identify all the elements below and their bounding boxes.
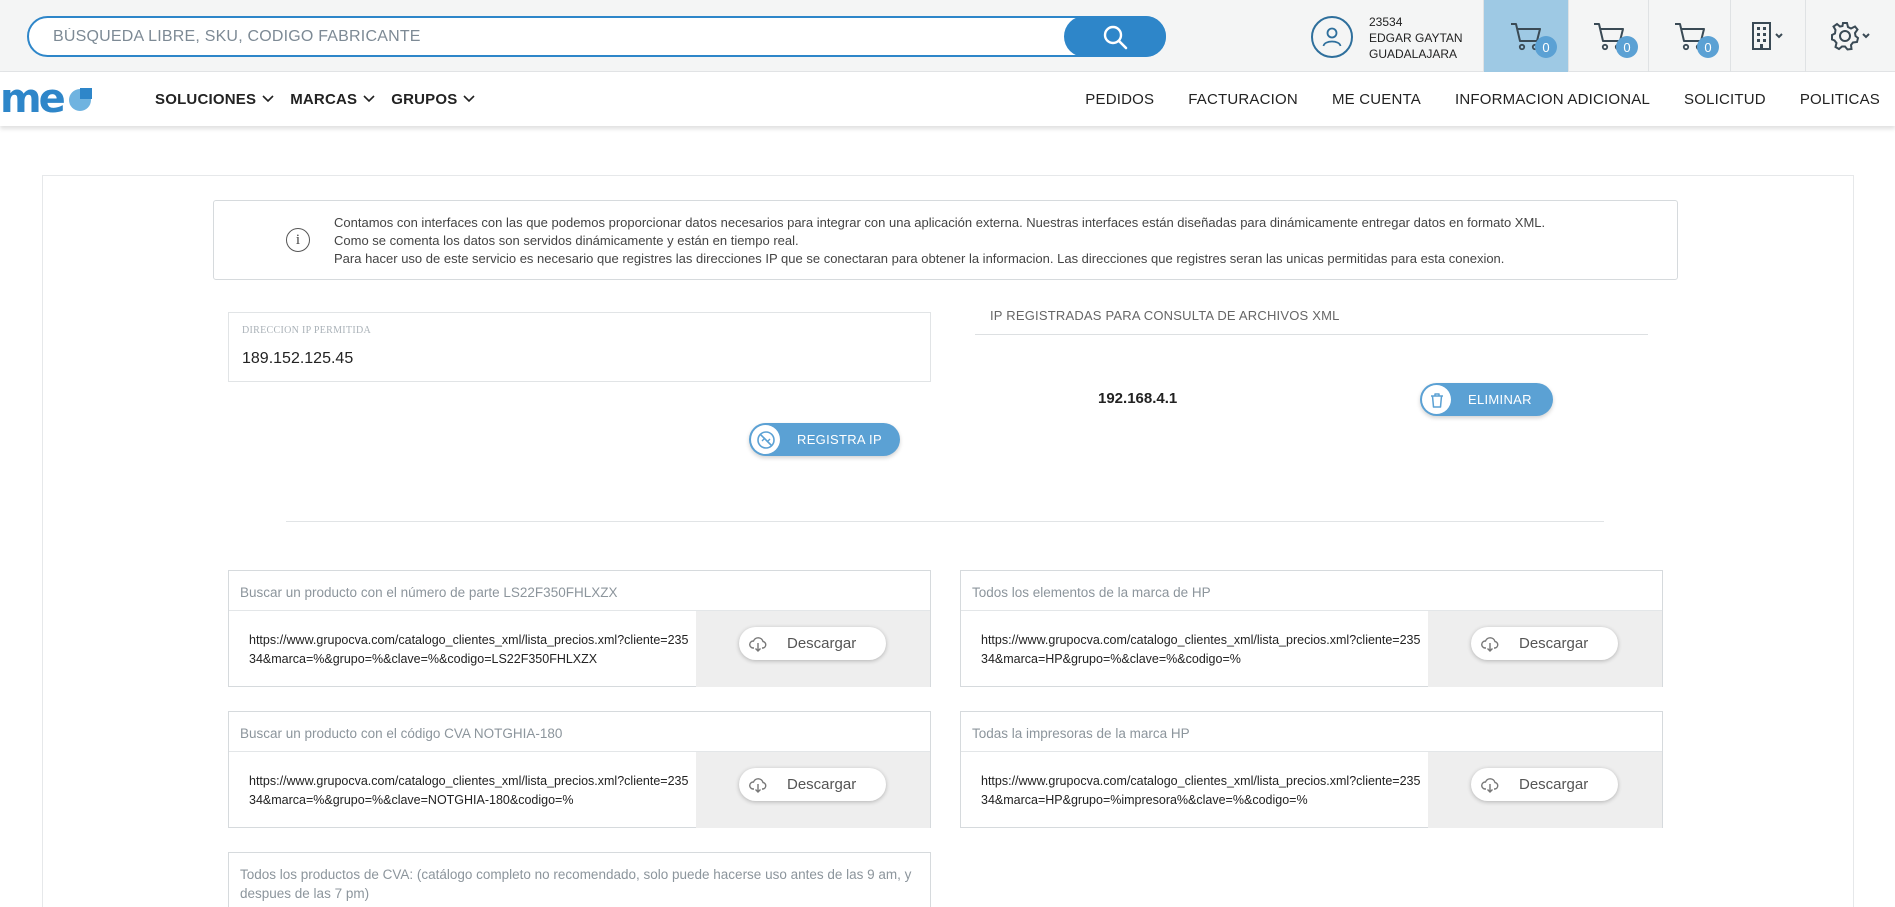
xml-example-title: Buscar un producto con el número de part… xyxy=(240,583,617,602)
company-menu-button[interactable] xyxy=(1730,0,1805,72)
building-icon xyxy=(1750,20,1786,52)
cart-button-2[interactable]: 0 xyxy=(1568,0,1648,72)
register-ip-label: REGISTRA IP xyxy=(797,432,882,447)
menu-marcas[interactable]: MARCAS xyxy=(290,91,375,108)
user-account[interactable]: 23534 EDGAR GAYTAN GUADALAJARA xyxy=(1311,14,1471,62)
chevron-down-icon xyxy=(262,95,274,103)
ip-field-group: DIRECCION IP PERMITIDA xyxy=(228,312,931,382)
xml-example-part-number: Buscar un producto con el número de part… xyxy=(228,570,931,687)
registered-ip-value: 192.168.4.1 xyxy=(1098,390,1177,407)
download-button[interactable]: Descargar xyxy=(1471,768,1618,801)
main-nav: me SOLUCIONES MARCAS GRUPOS PEDIDOS FACT… xyxy=(0,72,1895,126)
cloud-download-icon xyxy=(1481,776,1499,794)
download-button[interactable]: Descargar xyxy=(739,627,886,660)
cloud-download-icon xyxy=(749,635,767,653)
cart-count-badge: 0 xyxy=(1535,36,1557,58)
chevron-down-icon xyxy=(463,95,475,103)
xml-example-title: Todos los productos de CVA: (catálogo co… xyxy=(240,865,920,903)
xml-example-title: Todos los elementos de la marca de HP xyxy=(972,583,1211,602)
cart-count-badge: 0 xyxy=(1697,36,1719,58)
registered-ips-header: IP REGISTRADAS PARA CONSULTA DE ARCHIVOS… xyxy=(975,305,1648,335)
cart-count-badge: 0 xyxy=(1616,36,1638,58)
download-label: Descargar xyxy=(1519,635,1588,652)
nav-link-politicas[interactable]: POLITICAS xyxy=(1800,91,1880,108)
download-button[interactable]: Descargar xyxy=(1471,627,1618,660)
xml-example-url: https://www.grupocva.com/catalogo_client… xyxy=(249,631,689,669)
search-button[interactable] xyxy=(1064,16,1166,57)
nav-link-facturacion[interactable]: FACTURACION xyxy=(1188,91,1298,108)
xml-example-brand-hp: Todos los elementos de la marca de HP ht… xyxy=(960,570,1663,687)
company-logo[interactable]: me xyxy=(0,82,93,116)
no-link-icon xyxy=(751,425,780,454)
nav-link-pedidos[interactable]: PEDIDOS xyxy=(1085,91,1154,108)
settings-button[interactable] xyxy=(1805,0,1895,72)
xml-example-full-catalog: Todos los productos de CVA: (catálogo co… xyxy=(228,852,931,907)
xml-example-url: https://www.grupocva.com/catalogo_client… xyxy=(981,772,1421,810)
ip-input[interactable] xyxy=(242,350,842,368)
info-line: Como se comenta los datos son servidos d… xyxy=(334,232,1545,250)
download-label: Descargar xyxy=(1519,776,1588,793)
xml-example-title: Buscar un producto con el código CVA NOT… xyxy=(240,724,562,743)
menu-label: GRUPOS xyxy=(391,91,457,108)
cloud-download-icon xyxy=(749,776,767,794)
xml-example-title: Todas la impresoras de la marca HP xyxy=(972,724,1190,743)
chevron-down-icon xyxy=(363,95,375,103)
info-line: Para hacer uso de este servicio es neces… xyxy=(334,250,1545,268)
menu-soluciones[interactable]: SOLUCIONES xyxy=(155,91,274,108)
logo-mark-icon xyxy=(67,86,93,112)
top-bar: 23534 EDGAR GAYTAN GUADALAJARA 0 0 0 xyxy=(0,0,1895,72)
search-input[interactable] xyxy=(53,26,1053,48)
nav-link-me-cuenta[interactable]: ME CUENTA xyxy=(1332,91,1421,108)
section-divider xyxy=(286,521,1604,522)
user-id: 23534 xyxy=(1369,14,1463,30)
registered-ips-title: IP REGISTRADAS PARA CONSULTA DE ARCHIVOS… xyxy=(990,308,1340,323)
gear-icon xyxy=(1829,20,1873,52)
info-box: i Contamos con interfaces con las que po… xyxy=(213,200,1678,280)
search-bar xyxy=(27,16,1166,57)
xml-example-cva-code: Buscar un producto con el código CVA NOT… xyxy=(228,711,931,828)
xml-example-hp-printers: Todas la impresoras de la marca HP https… xyxy=(960,711,1663,828)
user-name: EDGAR GAYTAN xyxy=(1369,30,1463,46)
delete-ip-label: ELIMINAR xyxy=(1468,392,1532,407)
download-label: Descargar xyxy=(787,635,856,652)
logo-text: me xyxy=(0,82,63,116)
delete-ip-button[interactable]: ELIMINAR xyxy=(1420,383,1553,416)
trash-icon xyxy=(1422,385,1451,414)
ip-field-label: DIRECCION IP PERMITIDA xyxy=(242,325,371,336)
user-location: GUADALAJARA xyxy=(1369,46,1463,62)
info-icon: i xyxy=(286,228,310,252)
nav-link-informacion-adicional[interactable]: INFORMACION ADICIONAL xyxy=(1455,91,1650,108)
menu-label: SOLUCIONES xyxy=(155,91,256,108)
cloud-download-icon xyxy=(1481,635,1499,653)
xml-example-url: https://www.grupocva.com/catalogo_client… xyxy=(249,772,689,810)
search-icon xyxy=(1102,24,1128,50)
info-line: Contamos con interfaces con las que pode… xyxy=(334,214,1545,232)
cart-button-1[interactable]: 0 xyxy=(1483,0,1568,72)
nav-link-solicitud[interactable]: SOLICITUD xyxy=(1684,91,1766,108)
menu-grupos[interactable]: GRUPOS xyxy=(391,91,475,108)
register-ip-button[interactable]: REGISTRA IP xyxy=(749,423,900,456)
user-icon xyxy=(1311,16,1353,58)
download-button[interactable]: Descargar xyxy=(739,768,886,801)
cart-button-3[interactable]: 0 xyxy=(1648,0,1730,72)
download-label: Descargar xyxy=(787,776,856,793)
xml-example-url: https://www.grupocva.com/catalogo_client… xyxy=(981,631,1421,669)
menu-label: MARCAS xyxy=(290,91,357,108)
